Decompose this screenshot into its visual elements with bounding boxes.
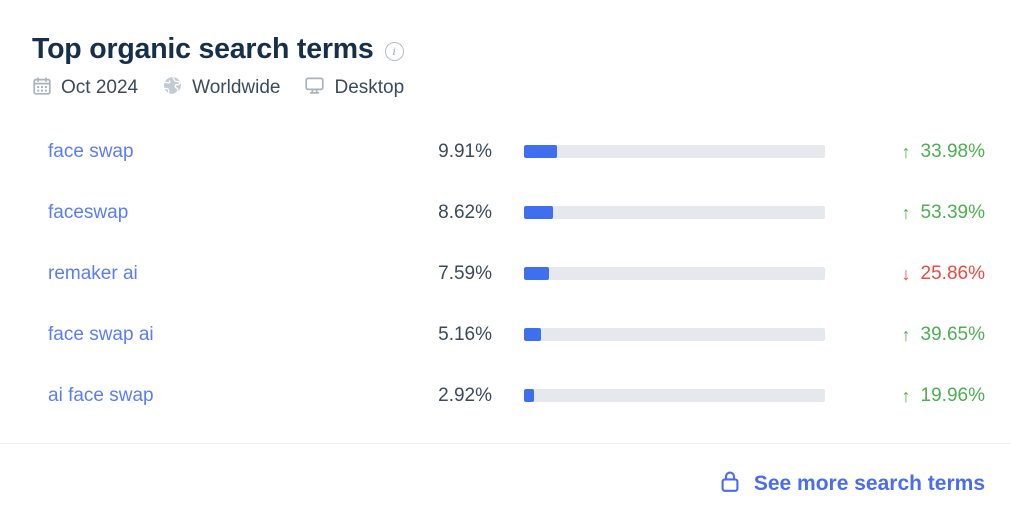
trend-indicator: ↑ 33.98%: [825, 140, 985, 164]
trend-indicator: ↑ 39.65%: [825, 323, 985, 347]
page-title: Top organic search terms: [32, 32, 374, 66]
search-terms-list: face swap 9.91% ↑ 33.98% faceswap 8.62%: [0, 121, 1011, 426]
trend-indicator: ↑ 19.96%: [825, 384, 985, 408]
meta-date-label: Oct 2024: [61, 76, 138, 100]
lock-icon: [719, 469, 741, 498]
trend-value: 19.96%: [921, 384, 985, 408]
see-more-search-terms-link[interactable]: See more search terms: [719, 469, 985, 498]
search-term-link[interactable]: ai face swap: [48, 384, 420, 408]
bar-fill: [524, 389, 534, 402]
trend-arrow-icon: ↑: [902, 384, 911, 408]
traffic-share-value: 2.92%: [420, 384, 492, 408]
traffic-share-value: 5.16%: [420, 323, 492, 347]
see-more-label: See more search terms: [754, 471, 985, 497]
bar-track: [524, 328, 825, 341]
table-row: face swap ai 5.16% ↑ 39.65%: [48, 304, 985, 365]
bar-fill: [524, 145, 557, 158]
bar-track: [524, 145, 825, 158]
bar-fill: [524, 328, 541, 341]
info-circle-icon[interactable]: i: [385, 42, 404, 61]
bar-track: [524, 389, 825, 402]
search-term-link[interactable]: face swap ai: [48, 323, 420, 347]
search-term-link[interactable]: face swap: [48, 140, 420, 164]
trend-arrow-icon: ↑: [902, 323, 911, 347]
trend-arrow-icon: ↑: [902, 140, 911, 164]
globe-icon: [162, 75, 183, 101]
trend-arrow-icon: ↑: [902, 201, 911, 225]
meta-device-label: Desktop: [334, 76, 404, 100]
trend-value: 53.39%: [921, 201, 985, 225]
card-footer: See more search terms: [0, 444, 1011, 523]
search-term-link[interactable]: remaker ai: [48, 262, 420, 286]
bar-cell: [492, 206, 825, 219]
meta-row: Oct 2024 Worldwide: [32, 75, 1011, 101]
traffic-share-value: 7.59%: [420, 262, 492, 286]
meta-item-device: Desktop: [304, 75, 404, 101]
meta-item-location: Worldwide: [162, 75, 280, 101]
table-row: faceswap 8.62% ↑ 53.39%: [48, 182, 985, 243]
traffic-share-value: 8.62%: [420, 201, 492, 225]
bar-fill: [524, 206, 553, 219]
table-row: ai face swap 2.92% ↑ 19.96%: [48, 365, 985, 426]
bar-fill: [524, 267, 549, 280]
meta-location-label: Worldwide: [192, 76, 280, 100]
desktop-monitor-icon: [304, 75, 325, 101]
trend-value: 33.98%: [921, 140, 985, 164]
top-organic-search-terms-card: Top organic search terms i: [0, 0, 1011, 523]
calendar-icon: [32, 76, 52, 101]
bar-cell: [492, 328, 825, 341]
bar-track: [524, 267, 825, 280]
bar-cell: [492, 389, 825, 402]
bar-cell: [492, 267, 825, 280]
bar-cell: [492, 145, 825, 158]
trend-indicator: ↑ 53.39%: [825, 201, 985, 225]
table-row: face swap 9.91% ↑ 33.98%: [48, 121, 985, 182]
bar-track: [524, 206, 825, 219]
card-header: Top organic search terms i: [0, 0, 1011, 101]
search-term-link[interactable]: faceswap: [48, 201, 420, 225]
traffic-share-value: 9.91%: [420, 140, 492, 164]
table-row: remaker ai 7.59% ↓ 25.86%: [48, 243, 985, 304]
trend-value: 39.65%: [921, 323, 985, 347]
trend-indicator: ↓ 25.86%: [825, 262, 985, 286]
title-row: Top organic search terms i: [32, 32, 1011, 66]
trend-value: 25.86%: [921, 262, 985, 286]
meta-item-date: Oct 2024: [32, 76, 138, 101]
trend-arrow-icon: ↓: [902, 262, 911, 286]
